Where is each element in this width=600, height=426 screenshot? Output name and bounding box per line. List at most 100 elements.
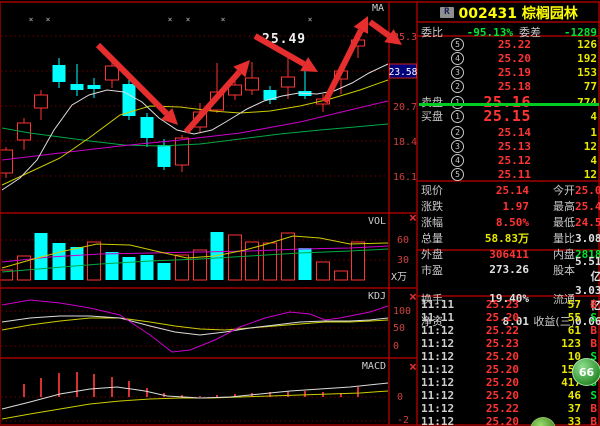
tick-time: 11:12 [421, 402, 459, 415]
level-price: 25.14 [471, 126, 531, 139]
volume-bar-down [53, 243, 66, 280]
tick-row: 11:1225.20417S [421, 376, 597, 389]
order-book-row[interactable]: 425.124 [421, 153, 597, 167]
level-number-wrap: 2 [451, 79, 471, 93]
order-book-row[interactable]: 5 25.22126 [421, 37, 597, 51]
bid-1-row[interactable]: 买盘125.154 [421, 107, 597, 125]
level-number: 1 [451, 110, 464, 123]
level-volume: 12 [531, 168, 597, 181]
tick-time: 11:12 [421, 389, 459, 402]
order-book-row[interactable]: 3 25.1312 [421, 139, 597, 153]
level-number-wrap: 1 [451, 109, 471, 123]
tick-time: 11:12 [421, 324, 459, 337]
rights-badge[interactable]: R [440, 7, 453, 18]
tick-price: 25.20 [459, 376, 519, 389]
price-axis-label: 18.4 [393, 137, 417, 148]
badge-text: 66 [579, 366, 594, 379]
tick-time: 11:12 [421, 337, 459, 350]
stock-trading-terminal: 25.320.718.416.16030X万1005000-2MAVOLKDJM… [0, 0, 600, 426]
level-number: 2 [451, 80, 464, 93]
volume-bar-up [88, 242, 101, 280]
level-price: 25.13 [471, 140, 531, 153]
level-number-wrap: 4 [451, 153, 471, 167]
tick-price: 25.20 [459, 363, 519, 376]
tick-price: 25.20 [459, 311, 519, 324]
candle-body-up [246, 78, 259, 90]
order-book-row[interactable]: 225.1877 [421, 79, 597, 93]
info-value: 24.50 [575, 216, 600, 229]
info-label: 总量 [421, 230, 455, 246]
tick-time: 11:12 [421, 363, 459, 376]
volume-axis-label: 60 [397, 235, 409, 246]
info-value: 273.26 [455, 263, 529, 276]
kdj-axis-label: 50 [393, 323, 405, 334]
tick-volume: 55 [519, 311, 581, 324]
order-book-row[interactable]: 225.141 [421, 125, 597, 139]
level-price: 25.18 [471, 80, 531, 93]
tick-volume: 37 [519, 402, 581, 415]
level-price: 25.22 [471, 38, 531, 51]
price-axis-label: 20.7 [393, 102, 417, 113]
fundamental-info-block: 市盈273.26股本5.51亿换手19.40%流通3.03亿净资8.01收益(三… [421, 255, 597, 295]
pane-close-icon[interactable]: × [409, 290, 417, 305]
order-book-row[interactable]: 425.20192 [421, 51, 597, 65]
tick-volume: 57 [519, 298, 581, 311]
stock-code: 002431 [459, 6, 517, 22]
tick-time: 11:12 [421, 415, 459, 426]
pane-close-icon[interactable]: × [409, 360, 417, 375]
volume-bar-down [106, 252, 119, 280]
stock-title: 002431 棕榈园林 [459, 3, 578, 23]
level-number: 2 [451, 126, 464, 139]
candle-body-up [176, 138, 189, 165]
level-number: 5 [451, 38, 464, 51]
price-axis-label: 16.1 [393, 172, 417, 183]
info-row: 涨幅8.50%最低24.50 [421, 214, 597, 230]
info-value: 5.51亿 [575, 255, 600, 284]
candle-body-down [71, 84, 84, 90]
level-volume: 192 [531, 52, 597, 65]
volume-bar-down [158, 263, 171, 280]
info-label: 今开 [529, 182, 575, 198]
pane-close-icon[interactable]: × [409, 211, 417, 226]
tick-side: B [581, 298, 597, 311]
level-price: 25.19 [471, 66, 531, 79]
tick-side: S [581, 311, 597, 324]
ask-levels: 525.22126425.20192325.19153225.1877卖盘125… [421, 37, 597, 103]
kdj-pane-label: KDJ [368, 291, 386, 302]
tick-side: S [581, 389, 597, 402]
tick-row: 11:1225.20157S [421, 363, 597, 376]
level-number: 3 [451, 140, 464, 153]
bid-levels: 买盘125.154225.141325.1312425.124525.1112 [421, 107, 597, 180]
level-number-wrap: 5 [451, 167, 471, 181]
ma-pane-label: MA [372, 3, 384, 14]
info-value: 8.50% [455, 216, 529, 229]
info-label: 现价 [421, 182, 455, 198]
vol-pane-label: VOL [368, 216, 386, 227]
level-number: 4 [451, 154, 464, 167]
tick-volume: 46 [519, 389, 581, 402]
level-volume: 12 [531, 140, 597, 153]
candle-body-down [88, 85, 101, 89]
tick-row: 11:1125.2357B [421, 298, 597, 311]
level-volume: 153 [531, 66, 597, 79]
macd-pane-label: MACD [362, 361, 386, 372]
level-volume: 126 [531, 38, 597, 51]
info-row: 现价25.14今开25.00 [421, 182, 597, 198]
tick-price: 25.23 [459, 337, 519, 350]
tick-volume: 61 [519, 324, 581, 337]
tick-row: 11:1225.2237B [421, 402, 597, 415]
level-number: 5 [451, 168, 464, 181]
info-value: 58.83万 [455, 230, 529, 246]
order-book-row[interactable]: 525.1112 [421, 167, 597, 181]
volume-unit-label: X万 [391, 272, 407, 283]
level-price: 25.20 [471, 52, 531, 65]
candle-body-up [0, 150, 13, 173]
info-value: 25.49 [575, 200, 600, 213]
time-sales-list: 11:1125.2357B11:1125.2055S11:1225.2261B1… [421, 298, 597, 425]
tick-side: B [581, 324, 597, 337]
stock-header: R 002431 棕榈园林 [418, 3, 600, 22]
order-book-row[interactable]: 325.19153 [421, 65, 597, 79]
overlay-circle-badge[interactable]: 66 [572, 358, 600, 386]
annotation-arrow-shaft [186, 72, 239, 132]
level-volume: 4 [531, 110, 597, 123]
